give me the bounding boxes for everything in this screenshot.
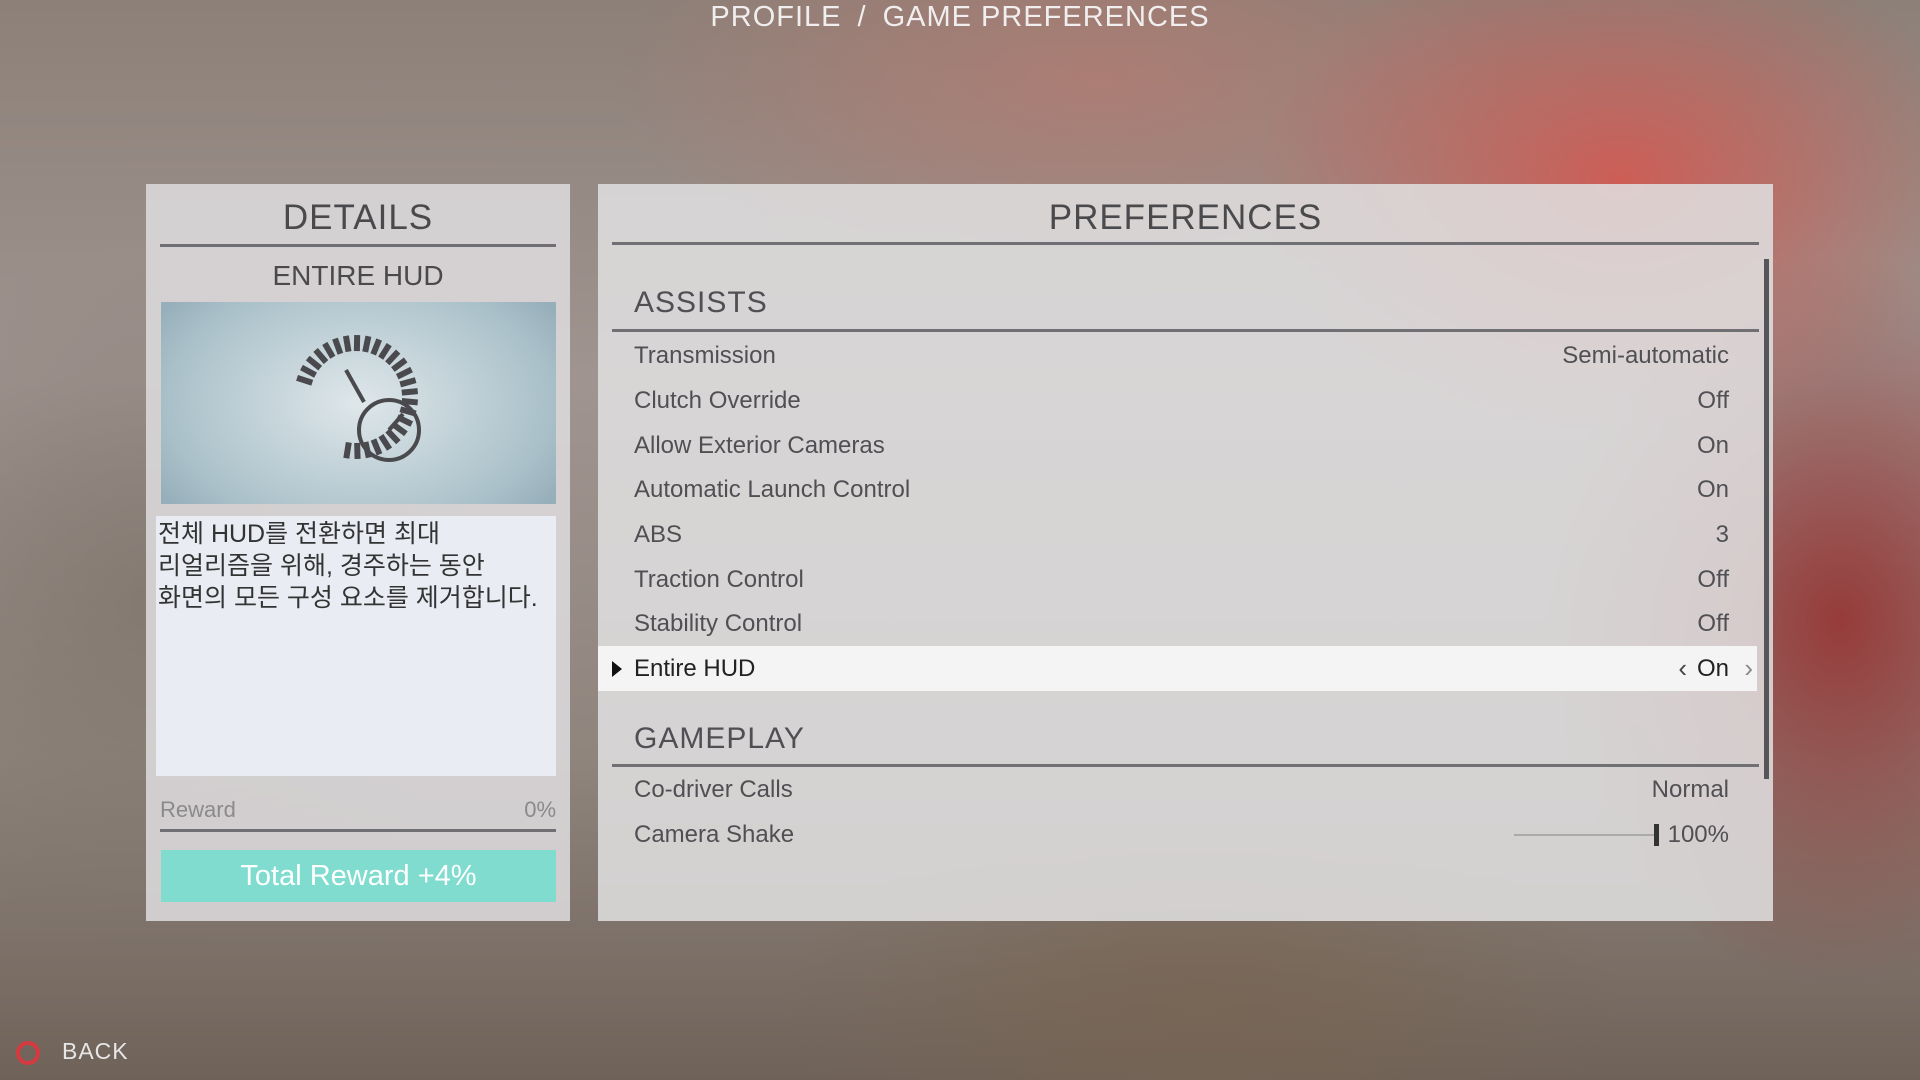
reward-label: Reward [160,797,236,822]
setting-label: Automatic Launch Control [634,476,911,503]
preferences-title: PREFERENCES [1048,198,1323,237]
speedometer-tick [342,335,352,353]
divider [612,329,1759,332]
divider [160,829,556,832]
divider [612,242,1759,245]
speedometer-tick [399,377,417,388]
circle-button-icon [16,1040,40,1065]
preferences-panel: PREFERENCES ASSISTS Transmission Semi-au… [598,184,1773,921]
setting-row-abs[interactable]: ABS 3 [598,512,1757,557]
selection-arrow-icon [612,661,622,677]
speedometer-tick [300,364,317,378]
scrollbar[interactable] [1764,259,1769,779]
breadcrumb-profile[interactable]: PROFILE [710,1,841,33]
setting-row-stability-control[interactable]: Stability Control Off [598,601,1757,646]
setting-value: On [1696,655,1729,682]
setting-value: 100% [1667,821,1729,848]
slider-thumb[interactable] [1654,824,1659,846]
speedometer-tick [305,355,323,371]
setting-value: 3 [1715,521,1729,548]
reward-value: 0% [524,797,556,822]
speedometer-tick [296,374,314,386]
breadcrumb: PROFILE / GAME PREFERENCES [0,0,1920,34]
setting-row-co-driver-calls[interactable]: Co-driver Calls Normal [598,767,1757,812]
setting-row-clutch-override[interactable]: Clutch Override Off [598,378,1757,423]
setting-row-allow-exterior-cameras[interactable]: Allow Exterior Cameras On [598,423,1757,468]
setting-value: Off [1697,566,1729,593]
speedometer-tick [395,366,413,380]
speedometer-tick [378,343,392,360]
setting-label: Traction Control [634,566,804,593]
back-label: BACK [62,1038,129,1064]
speedometer-tick [332,337,344,355]
setting-label: Stability Control [634,610,803,637]
chevron-right-icon[interactable]: › [1744,646,1753,691]
speedometer-tick [313,348,329,365]
speedometer-tick [343,441,352,459]
setting-row-camera-shake[interactable]: Camera Shake 100% [598,812,1757,857]
setting-label: ABS [634,521,683,548]
details-subtitle: ENTIRE HUD [272,260,444,291]
details-image [161,302,556,504]
details-panel: DETAILS ENTIRE HUD 전체 HUD를 전환하면 최대 리얼리즘을… [146,184,570,921]
setting-row-entire-hud[interactable]: Entire HUD ‹ On › [598,646,1757,691]
setting-label: Transmission [634,342,776,369]
chevron-left-icon[interactable]: ‹ [1678,646,1687,691]
speedometer-tick [362,335,372,353]
speedometer-tick [391,357,408,372]
breadcrumb-page: GAME PREFERENCES [882,1,1210,33]
setting-value: On [1696,432,1729,459]
setting-row-automatic-launch-control[interactable]: Automatic Launch Control On [598,467,1757,512]
reward-row: Reward 0% [160,796,556,824]
details-title: DETAILS [282,198,434,237]
speedometer-tick [385,349,401,366]
setting-value: On [1696,476,1729,503]
speedometer-tick [385,428,401,445]
speedometer-icon [296,334,421,462]
setting-label: Co-driver Calls [634,776,793,803]
slider-track[interactable] [1514,834,1659,836]
section-heading-assists: ASSISTS [634,286,768,319]
speedometer-tick [378,434,393,451]
setting-label: Camera Shake [634,821,795,848]
setting-value: Off [1697,610,1729,637]
section-heading-gameplay: GAMEPLAY [634,722,805,755]
setting-value: Off [1697,387,1729,414]
divider [160,244,556,247]
speedometer-tick [322,341,336,359]
speedometer-tick [401,388,419,396]
setting-value: Normal [1651,776,1729,803]
setting-row-traction-control[interactable]: Traction Control Off [598,557,1757,602]
speedometer-tick [370,338,382,356]
setting-value: Semi-automatic [1562,342,1729,369]
speedometer-tick [370,438,383,456]
total-reward-banner: Total Reward +4% [161,850,556,902]
setting-label: Allow Exterior Cameras [634,432,885,459]
breadcrumb-separator: / [857,1,867,33]
setting-row-transmission[interactable]: Transmission Semi-automatic [598,333,1757,378]
back-button[interactable]: BACK [16,1036,129,1066]
setting-label: Entire HUD [634,655,756,682]
setting-label: Clutch Override [634,387,801,414]
details-description: 전체 HUD를 전환하면 최대 리얼리즘을 위해, 경주하는 동안 화면의 모든… [156,516,556,776]
